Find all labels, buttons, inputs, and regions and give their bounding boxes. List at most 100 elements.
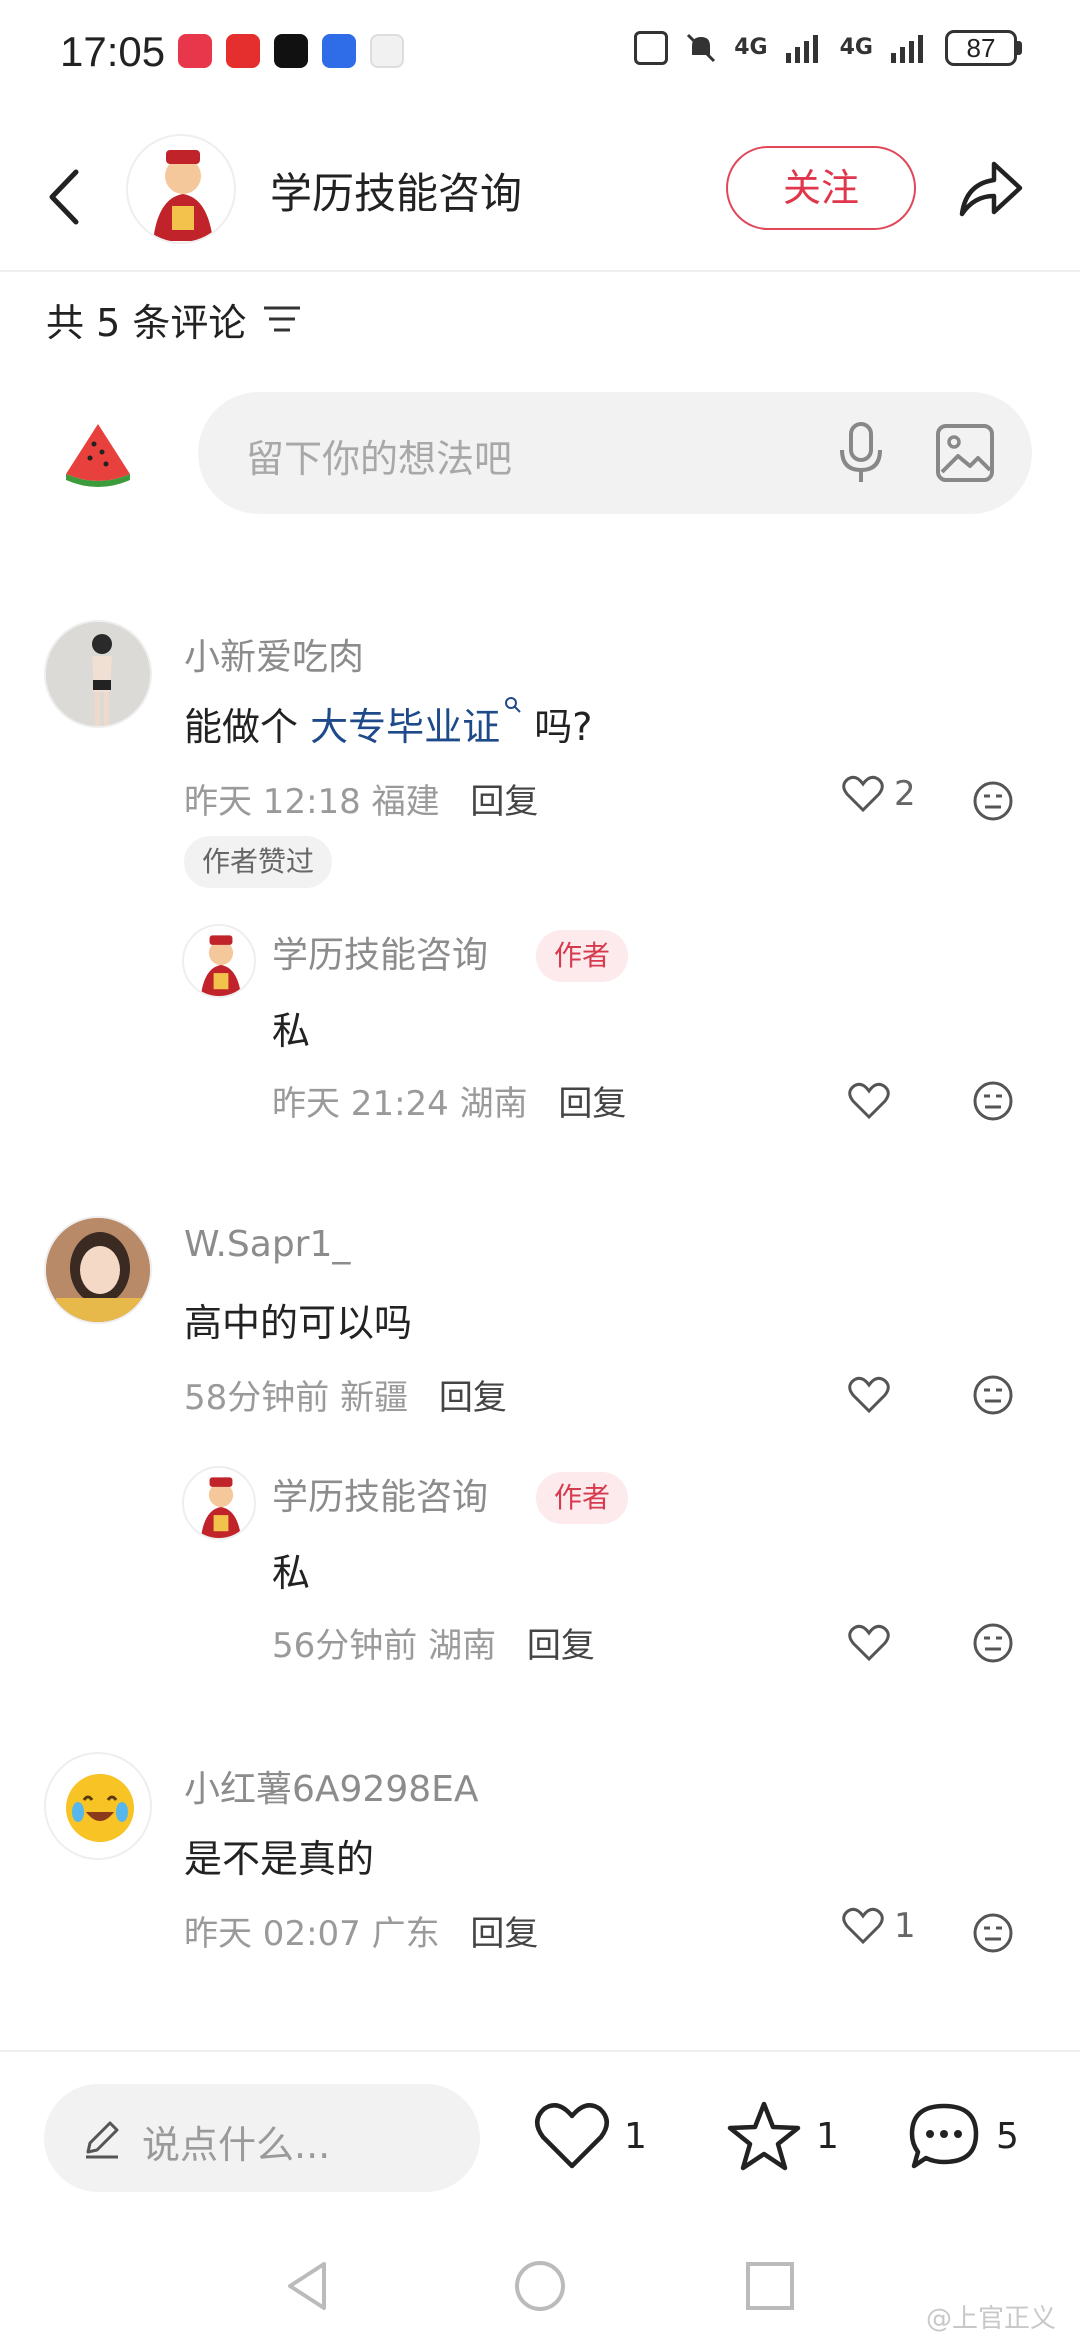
- header: 学历技能咨询 关注: [0, 120, 1080, 272]
- comment-meta: 昨天 02:07 广东 回复: [184, 1906, 538, 1955]
- sort-filter-icon[interactable]: [262, 304, 302, 336]
- comment-text-part: 能做个: [184, 705, 311, 749]
- heart-icon: [842, 775, 884, 813]
- reply-time: 昨天 21:24: [272, 1084, 449, 1124]
- emoji-reaction-icon[interactable]: [972, 1622, 1014, 1664]
- tiktok-icon: [274, 34, 308, 68]
- reply-meta: 昨天 21:24 湖南 回复: [272, 1076, 626, 1125]
- watermark: @上官正义: [925, 2304, 1056, 2334]
- author-liked-badge: 作者赞过: [184, 836, 333, 888]
- comment-time: 昨天 02:07: [184, 1914, 361, 1954]
- comment-input-placeholder: 留下你的想法吧: [246, 437, 513, 481]
- reply-meta: 56分钟前 湖南 回复: [272, 1618, 595, 1667]
- system-nav-bar: @上官正义: [0, 2230, 1080, 2340]
- status-right: 4G 4G 87: [634, 30, 1022, 66]
- author-avatar[interactable]: [126, 134, 236, 244]
- signal-1-icon: [785, 35, 818, 63]
- heart-icon[interactable]: [848, 1082, 890, 1120]
- heart-icon: [842, 1907, 884, 1945]
- reply-location: 湖南: [428, 1626, 497, 1666]
- image-icon[interactable]: [934, 422, 996, 484]
- heart-icon: [535, 2103, 609, 2169]
- watermelon-emoji-icon[interactable]: [62, 418, 134, 490]
- reply-user-avatar[interactable]: [182, 924, 256, 998]
- star-icon: [727, 2101, 801, 2171]
- heart-icon[interactable]: [848, 1624, 890, 1662]
- reply-button[interactable]: 回复: [470, 1914, 538, 1954]
- comment-count-row: 共 5 条评论: [46, 292, 302, 347]
- comment-username[interactable]: W.Sapr1_: [184, 1224, 350, 1265]
- battery-tip: [1017, 41, 1022, 55]
- like-post-button[interactable]: 1: [534, 2100, 647, 2172]
- like-button[interactable]: 2: [842, 774, 916, 814]
- like-button[interactable]: 1: [842, 1906, 916, 1946]
- comment-text-part: 吗?: [522, 705, 593, 749]
- tv-app-icon: [226, 34, 260, 68]
- network-1-label: 4G: [734, 35, 768, 60]
- post-collect-count: 1: [816, 2115, 839, 2157]
- comment-time: 昨天 12:18: [184, 782, 361, 822]
- comment-text: 是不是真的: [184, 1837, 375, 1881]
- share-icon[interactable]: [954, 154, 1026, 222]
- comment-time: 58分钟前: [184, 1378, 330, 1418]
- author-badge: 作者: [536, 930, 629, 982]
- nav-home-icon[interactable]: [512, 2258, 568, 2314]
- network-2-label: 4G: [839, 35, 873, 60]
- user-avatar[interactable]: [44, 1752, 152, 1860]
- follow-button[interactable]: 关注: [726, 146, 916, 230]
- reply-button[interactable]: 回复: [470, 782, 538, 822]
- reply-button[interactable]: 回复: [439, 1378, 507, 1418]
- nav-back-icon[interactable]: [280, 2258, 336, 2314]
- emoji-reaction-icon[interactable]: [972, 780, 1014, 822]
- bottom-action-bar: 说点什么... 1 1 5: [0, 2050, 1080, 2220]
- emoji-reaction-icon[interactable]: [972, 1912, 1014, 1954]
- comment-input[interactable]: 留下你的想法吧: [198, 392, 1032, 514]
- reply-username[interactable]: 学历技能咨询: [272, 1468, 488, 1520]
- back-arrow-icon[interactable]: [40, 164, 90, 230]
- emoji-reaction-icon[interactable]: [972, 1374, 1014, 1416]
- comment-location: 新疆: [340, 1378, 409, 1418]
- signal-2-icon: [891, 35, 923, 63]
- reply-button[interactable]: 回复: [527, 1626, 595, 1666]
- author-name[interactable]: 学历技能咨询: [270, 160, 522, 221]
- nav-recents-icon[interactable]: [742, 2258, 798, 2314]
- user-avatar[interactable]: [44, 1216, 152, 1324]
- mute-bell-icon: [687, 33, 716, 63]
- battery-indicator: 87: [945, 30, 1022, 66]
- microphone-icon[interactable]: [836, 420, 886, 484]
- comment-text: 能做个 大专毕业证 吗?: [184, 696, 592, 751]
- search-icon: [505, 697, 521, 713]
- author-badge: 作者: [536, 1472, 629, 1524]
- collect-post-button[interactable]: 1: [726, 2100, 839, 2172]
- comment-count: 共 5 条评论: [46, 301, 247, 345]
- reply-user-avatar[interactable]: [182, 1466, 256, 1540]
- comment-username[interactable]: 小红薯6A9298EA: [184, 1760, 479, 1812]
- comment-post-button[interactable]: 5: [906, 2100, 1019, 2172]
- comment-meta: 昨天 12:18 福建 回复: [184, 774, 538, 823]
- status-bar: 17:05 4G 4G 87: [0, 0, 1080, 100]
- post-comment-count: 5: [996, 2115, 1019, 2157]
- emoji-reaction-icon[interactable]: [972, 1080, 1014, 1122]
- reply-text: 私: [272, 1009, 311, 1053]
- post-like-count: 1: [624, 2115, 647, 2157]
- reply-username[interactable]: 学历技能咨询: [272, 926, 488, 978]
- pen-icon: [86, 2121, 119, 2159]
- reply-time: 56分钟前: [272, 1626, 418, 1666]
- comment-location: 广东: [371, 1914, 440, 1954]
- search-tag-link[interactable]: 大专毕业证: [310, 697, 522, 749]
- app-notification-icon: [178, 34, 212, 68]
- say-something-placeholder: 说点什么...: [142, 2123, 331, 2167]
- like-count: 1: [894, 1906, 916, 1946]
- status-time: 17:05: [60, 28, 166, 75]
- heart-icon[interactable]: [848, 1376, 890, 1414]
- reply-button[interactable]: 回复: [558, 1084, 626, 1124]
- say-something-input[interactable]: 说点什么...: [44, 2084, 480, 2192]
- user-avatar[interactable]: [44, 620, 152, 728]
- comment-text: 高中的可以吗: [184, 1301, 413, 1345]
- status-app-icons: [178, 34, 404, 68]
- nfc-icon: [634, 31, 669, 65]
- calendar-app-icon: [370, 34, 404, 68]
- comment-meta: 58分钟前 新疆 回复: [184, 1370, 507, 1419]
- reply-text: 私: [272, 1551, 311, 1595]
- comment-username[interactable]: 小新爱吃肉: [184, 628, 364, 680]
